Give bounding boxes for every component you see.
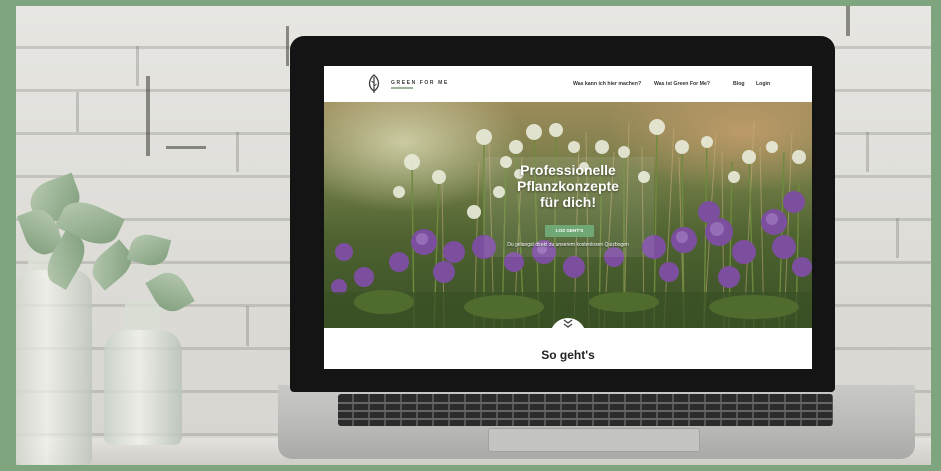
keyboard-row-divider (338, 402, 833, 404)
nav-link-login[interactable]: Login (756, 81, 770, 87)
chevron-down-icon[interactable] (562, 319, 574, 329)
keyboard-row-divider (338, 410, 833, 412)
hero-subtext: Du gelangst direkt zu unserem kostenlose… (507, 242, 629, 248)
hero-section: Professionelle Pflanzkonzepte für dich! … (324, 102, 812, 328)
hero-title-line: für dich! (540, 194, 596, 210)
hero-title-line: Pflanzkonzepte (517, 178, 619, 194)
laptop-trackpad (488, 428, 700, 452)
brick-joint (866, 132, 869, 172)
brick-joint (136, 46, 139, 86)
brick-joint (76, 92, 79, 132)
wall-crack (286, 26, 289, 66)
brick-joint (236, 132, 239, 172)
brick-joint (246, 306, 249, 346)
hero-photo (324, 119, 812, 328)
brand-name[interactable]: GREEN FOR ME (391, 80, 449, 86)
wall-crack (146, 76, 150, 156)
brand-underline (391, 87, 413, 89)
nav-link-was-ist-green-for-me[interactable]: Was ist Green For Me? (654, 81, 710, 87)
leaf-icon[interactable] (367, 74, 381, 94)
section-title: So geht's (541, 348, 595, 362)
brick-joint (896, 218, 899, 258)
laptop-screen: GREEN FOR ME Was kann ich hier machen? W… (324, 66, 812, 369)
glass-vase (16, 270, 92, 465)
site-navbar: GREEN FOR ME Was kann ich hier machen? W… (324, 66, 812, 102)
nav-link-blog[interactable]: Blog (733, 81, 745, 87)
los-gehts-button[interactable]: LOS GEHT'S (545, 225, 594, 237)
keyboard-row-divider (338, 418, 833, 420)
wall-crack (166, 146, 206, 149)
hero-title: Professionelle Pflanzkonzepte für dich! (324, 162, 812, 210)
hero-title-line: Professionelle (520, 162, 616, 178)
glass-bottle (104, 330, 182, 445)
nav-link-was-kann-ich[interactable]: Was kann ich hier machen? (573, 81, 641, 87)
wall-crack (846, 6, 850, 36)
